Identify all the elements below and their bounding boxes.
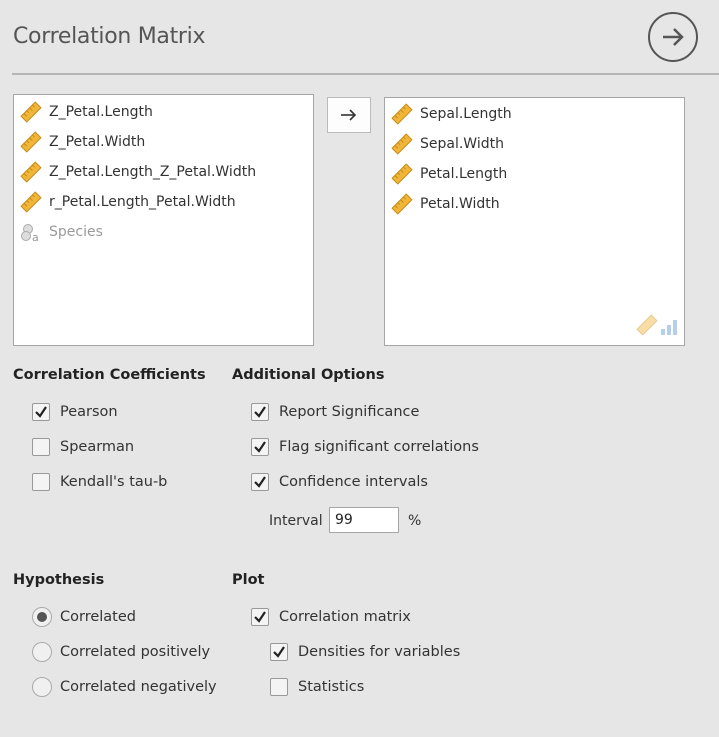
list-item[interactable]: Z_Petal.Length [20,99,153,125]
list-item[interactable]: Petal.Length [391,161,507,187]
list-item[interactable]: Sepal.Width [391,131,504,157]
ruler-icon [391,193,413,215]
option-label: Correlated positively [60,644,211,660]
checkbox-box [251,608,269,626]
checkmark-icon [254,441,266,453]
statistics-checkbox[interactable]: Statistics [270,678,364,696]
hypothesis-heading: Hypothesis [13,572,105,588]
checkbox-box [251,438,269,456]
checkmark-icon [254,476,266,488]
move-variable-button[interactable] [327,97,371,133]
hypothesis-correlated-radio[interactable]: Correlated [32,607,136,627]
plot-heading: Plot [232,572,265,588]
report-significance-checkbox[interactable]: Report Significance [251,403,419,421]
spearman-checkbox[interactable]: Spearman [32,438,134,456]
ruler-icon [391,103,413,125]
additional-options-heading: Additional Options [232,367,385,383]
variable-label: Sepal.Width [420,136,504,152]
radio-circle [32,677,52,697]
checkmark-icon [35,406,47,418]
header-divider [12,73,719,75]
option-label: Kendall's tau-b [60,474,168,490]
variable-label: Z_Petal.Length_Z_Petal.Width [49,164,257,180]
checkbox-box [270,643,288,661]
variable-label: Z_Petal.Width [49,134,146,150]
checkbox-box [251,403,269,421]
allowed-types-indicator [636,314,678,340]
target-variable-list[interactable]: Sepal.Length Sepal.Width Petal.Length Pe… [384,97,685,346]
ruler-faded-icon [636,314,658,340]
checkmark-icon [254,406,266,418]
ruler-icon [20,191,42,213]
kendall-checkbox[interactable]: Kendall's tau-b [32,473,167,491]
checkmark-icon [254,611,266,623]
coefficients-heading: Correlation Coefficients [13,367,206,383]
ruler-icon [20,161,42,183]
hypothesis-negative-radio[interactable]: Correlated negatively [32,677,217,697]
densities-checkbox[interactable]: Densities for variables [270,643,460,661]
svg-text:a: a [32,231,39,243]
ruler-icon [20,101,42,123]
radio-circle [32,642,52,662]
checkbox-box [251,473,269,491]
checkmark-icon [273,646,285,658]
list-item[interactable]: Z_Petal.Length_Z_Petal.Width [20,159,256,185]
variable-label: r_Petal.Length_Petal.Width [49,194,236,210]
list-item: a Species [20,219,103,245]
checkbox-box [32,403,50,421]
option-label: Densities for variables [298,644,461,660]
page-title: Correlation Matrix [13,24,206,49]
interval-input[interactable] [329,507,399,533]
next-button[interactable] [648,12,698,62]
variable-label: Petal.Length [420,166,508,182]
variable-label: Sepal.Length [420,106,512,122]
arrow-right-circle-icon [663,28,684,46]
interval-label: Interval [269,513,323,529]
variable-label: Species [49,224,103,240]
option-label: Spearman [60,439,135,455]
radio-circle [32,607,52,627]
arrow-right-icon [341,109,357,121]
radio-dot [37,612,47,622]
flag-significant-checkbox[interactable]: Flag significant correlations [251,438,479,456]
interval-suffix: % [408,513,422,529]
option-label: Pearson [60,404,118,420]
list-item[interactable]: Sepal.Length [391,101,512,127]
ruler-icon [391,133,413,155]
option-label: Flag significant correlations [279,439,479,455]
hypothesis-positive-radio[interactable]: Correlated positively [32,642,210,662]
list-item[interactable]: Z_Petal.Width [20,129,145,155]
ruler-icon [391,163,413,185]
nominal-text-icon: a [20,221,42,243]
variable-label: Petal.Width [420,196,500,212]
list-item[interactable]: Petal.Width [391,191,500,217]
checkbox-box [32,438,50,456]
option-label: Report Significance [279,404,420,420]
confidence-intervals-checkbox[interactable]: Confidence intervals [251,473,428,491]
option-label: Statistics [298,679,365,695]
correlation-matrix-checkbox[interactable]: Correlation matrix [251,608,411,626]
checkbox-box [32,473,50,491]
option-label: Correlated [60,609,136,625]
list-item[interactable]: r_Petal.Length_Petal.Width [20,189,236,215]
ruler-icon [20,131,42,153]
pearson-checkbox[interactable]: Pearson [32,403,118,421]
checkbox-box [270,678,288,696]
ordinal-faded-icon [660,318,678,340]
option-label: Correlated negatively [60,679,217,695]
variable-label: Z_Petal.Length [49,104,153,120]
option-label: Confidence intervals [279,474,428,490]
option-label: Correlation matrix [279,609,411,625]
source-variable-list[interactable]: Z_Petal.Length Z_Petal.Width Z_Petal.Len… [13,94,314,346]
